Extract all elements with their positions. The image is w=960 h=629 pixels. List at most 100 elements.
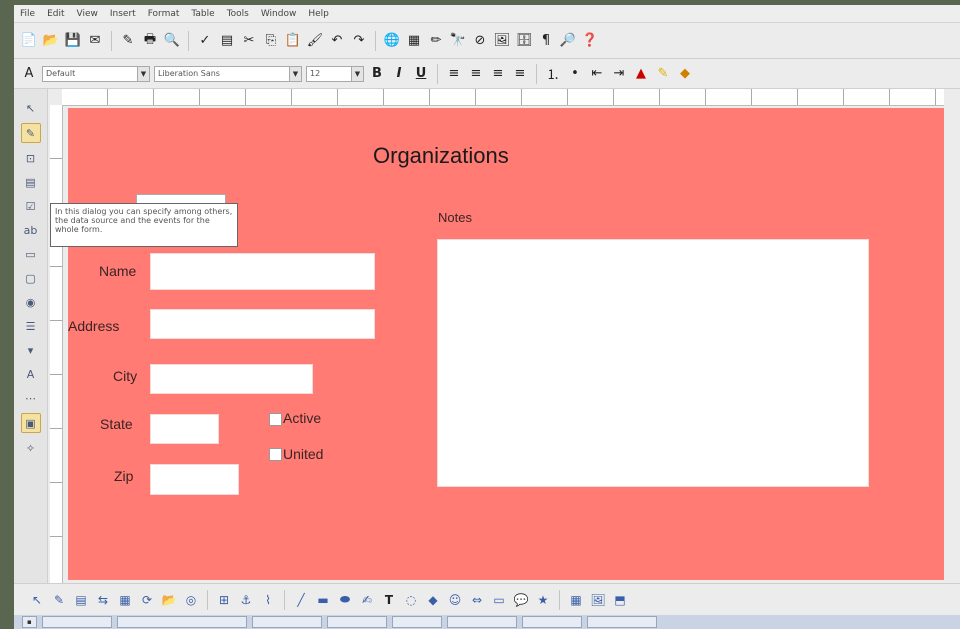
background-color-icon[interactable]: ◆	[676, 65, 694, 83]
wrap-icon[interactable]: ⌇	[259, 591, 277, 609]
menu-view[interactable]: View	[77, 9, 98, 19]
styles-icon[interactable]: A	[20, 65, 38, 83]
freeform-line-icon[interactable]: ✍	[358, 591, 376, 609]
bold-button[interactable]: B	[368, 66, 386, 81]
highlighting-icon[interactable]: ✎	[654, 65, 672, 83]
data-sources-icon[interactable]: 🗄	[515, 32, 533, 50]
activation-order-icon[interactable]: ⟳	[138, 591, 156, 609]
callouts-icon[interactable]: ◌	[402, 591, 420, 609]
menu-edit[interactable]: Edit	[47, 9, 64, 19]
italic-button[interactable]: I	[390, 66, 408, 81]
anchor-icon[interactable]: ⚓	[237, 591, 255, 609]
menu-file[interactable]: File	[20, 9, 35, 19]
redo-icon[interactable]: ↷	[350, 32, 368, 50]
menu-insert[interactable]: Insert	[110, 9, 136, 19]
notes-textarea[interactable]	[437, 239, 869, 487]
underline-button[interactable]: U	[412, 66, 430, 81]
new-document-icon[interactable]: 📄	[20, 32, 38, 50]
align-center-icon[interactable]: ≡	[467, 65, 485, 83]
font-size-select[interactable]: 12 ▼	[306, 65, 364, 82]
rectangle-tool-icon[interactable]: ▬	[314, 591, 332, 609]
from-file-icon[interactable]: 🖼	[589, 591, 607, 609]
menu-format[interactable]: Format	[148, 9, 180, 19]
clone-format-icon[interactable]: 🖌	[306, 32, 324, 50]
align-right-icon[interactable]: ≡	[489, 65, 507, 83]
auto-focus-icon[interactable]: ◎	[182, 591, 200, 609]
taskbar-item[interactable]	[586, 616, 657, 628]
position-size-icon[interactable]: ⊞	[215, 591, 233, 609]
save-icon[interactable]: 💾	[64, 32, 82, 50]
combo-box-tool-icon[interactable]: ▾	[22, 341, 40, 359]
formatted-field-tool-icon[interactable]: ▭	[22, 245, 40, 263]
numbering-icon[interactable]: ⒈	[544, 65, 562, 83]
push-button-tool-icon[interactable]: ▢	[22, 269, 40, 287]
increase-indent-icon[interactable]: ⇥	[610, 65, 628, 83]
font-color-icon[interactable]: ▲	[632, 65, 650, 83]
edit-file-icon[interactable]: ✎	[119, 32, 137, 50]
navigator-icon[interactable]: ⊘	[471, 32, 489, 50]
gallery-icon[interactable]: 🖼	[493, 32, 511, 50]
taskbar-item[interactable]	[391, 616, 442, 628]
menu-tools[interactable]: Tools	[227, 9, 249, 19]
address-field[interactable]	[150, 309, 375, 339]
city-field[interactable]	[150, 364, 313, 394]
control-properties-icon[interactable]: ⊡	[22, 149, 40, 167]
taskbar-item[interactable]	[326, 616, 387, 628]
help-icon[interactable]: ❓	[581, 32, 599, 50]
paste-icon[interactable]: 📋	[284, 32, 302, 50]
fontwork-icon[interactable]: ▦	[567, 591, 585, 609]
more-controls-icon[interactable]: ⋯	[22, 389, 40, 407]
line-tool-icon[interactable]: ╱	[292, 591, 310, 609]
autospell-icon[interactable]: ▤	[218, 32, 236, 50]
bullets-icon[interactable]: •	[566, 65, 584, 83]
extrusion-icon[interactable]: ⬒	[611, 591, 629, 609]
hyperlink-icon[interactable]: 🌐	[383, 32, 401, 50]
select-arrow-icon[interactable]: ↖	[28, 591, 46, 609]
cut-icon[interactable]: ✂	[240, 32, 258, 50]
state-field[interactable]	[150, 414, 219, 444]
horizontal-ruler[interactable]	[62, 89, 944, 106]
list-box-tool-icon[interactable]: ☰	[22, 317, 40, 335]
active-checkbox[interactable]	[269, 413, 282, 426]
menu-help[interactable]: Help	[308, 9, 329, 19]
form-navigator-icon[interactable]: ▤	[72, 591, 90, 609]
form-design-mode-icon[interactable]: ✎	[50, 591, 68, 609]
font-name-select[interactable]: Liberation Sans ▼	[154, 65, 302, 82]
united-checkbox[interactable]	[269, 448, 282, 461]
taskbar-item[interactable]	[251, 616, 322, 628]
show-draw-functions-icon[interactable]: ✏	[427, 32, 445, 50]
spellcheck-icon[interactable]: ✓	[196, 32, 214, 50]
undo-icon[interactable]: ↶	[328, 32, 346, 50]
flowchart-icon[interactable]: ▭	[490, 591, 508, 609]
checkbox-tool-icon[interactable]: ☑	[22, 197, 40, 215]
tab-order-icon[interactable]: ⇆	[94, 591, 112, 609]
formatting-marks-icon[interactable]: ¶	[537, 32, 555, 50]
name-field[interactable]	[150, 253, 375, 290]
start-button[interactable]: ▪	[22, 616, 37, 628]
stars-icon[interactable]: ★	[534, 591, 552, 609]
form-properties-icon[interactable]: ▤	[22, 173, 40, 191]
email-icon[interactable]: ✉	[86, 32, 104, 50]
ellipse-tool-icon[interactable]: ⬬	[336, 591, 354, 609]
taskbar-item[interactable]	[116, 616, 247, 628]
menu-table[interactable]: Table	[191, 9, 214, 19]
find-icon[interactable]: 🔭	[449, 32, 467, 50]
text-box-tool-icon[interactable]: ab	[22, 221, 40, 239]
option-button-tool-icon[interactable]: ◉	[22, 293, 40, 311]
label-field-tool-icon[interactable]: A	[22, 365, 40, 383]
document-page[interactable]: Organizations Name Address City State Zi…	[68, 108, 944, 580]
paragraph-style-select[interactable]: Default ▼	[42, 65, 150, 82]
decrease-indent-icon[interactable]: ⇤	[588, 65, 606, 83]
vertical-ruler[interactable]	[50, 105, 63, 583]
print-icon[interactable]: 🖶	[141, 32, 159, 50]
text-tool-icon[interactable]: T	[380, 591, 398, 609]
design-mode-icon[interactable]: ✎	[20, 123, 41, 143]
zip-field[interactable]	[150, 464, 239, 495]
form-design-icon[interactable]: ▣	[20, 413, 41, 433]
add-field-icon[interactable]: ▦	[116, 591, 134, 609]
align-left-icon[interactable]: ≡	[445, 65, 463, 83]
copy-icon[interactable]: ⎘	[262, 32, 280, 50]
taskbar-item[interactable]	[41, 616, 112, 628]
menu-window[interactable]: Window	[261, 9, 297, 19]
basic-shapes-icon[interactable]: ◆	[424, 591, 442, 609]
